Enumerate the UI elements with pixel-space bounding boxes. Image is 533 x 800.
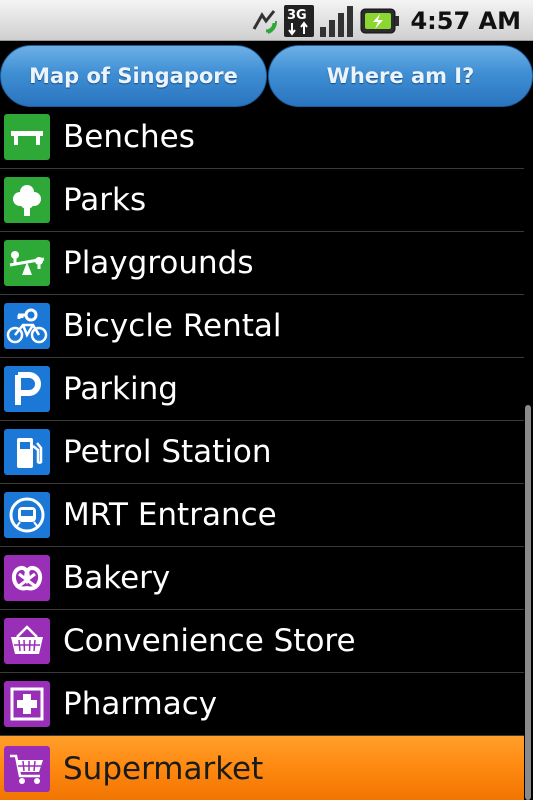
tree-icon bbox=[4, 177, 50, 223]
3g-data-icon: 3G bbox=[284, 4, 315, 37]
list-item-label: Supermarket bbox=[63, 751, 264, 787]
list-item-parking[interactable]: Parking bbox=[0, 358, 524, 421]
list-item-label: Playgrounds bbox=[63, 245, 254, 281]
seesaw-icon bbox=[4, 240, 50, 286]
list-item-mrt-entrance[interactable]: MRT Entrance bbox=[0, 484, 524, 547]
list-item-supermarket[interactable]: Supermarket bbox=[0, 736, 524, 800]
screen: 3G 4:57 AM Map of Singapore Where am I? … bbox=[0, 0, 533, 800]
list-item-label: Bakery bbox=[63, 560, 171, 596]
basket-icon bbox=[4, 618, 50, 664]
list-item-label: Parks bbox=[63, 182, 147, 218]
list-item-parks[interactable]: Parks bbox=[0, 169, 524, 232]
list-item-playgrounds[interactable]: Playgrounds bbox=[0, 232, 524, 295]
signal-icon bbox=[320, 5, 354, 37]
pretzel-icon bbox=[4, 555, 50, 601]
battery-charging-icon bbox=[360, 8, 400, 34]
list-item-petrol-station[interactable]: Petrol Station bbox=[0, 421, 524, 484]
status-icons: 3G 4:57 AM bbox=[244, 0, 521, 41]
where-am-i-button[interactable]: Where am I? bbox=[268, 45, 533, 107]
bench-icon bbox=[4, 114, 50, 160]
list-scrollbar[interactable] bbox=[525, 405, 531, 800]
train-icon bbox=[4, 492, 50, 538]
sync-icon bbox=[250, 7, 278, 35]
list-item-label: Pharmacy bbox=[63, 686, 218, 722]
status-clock: 4:57 AM bbox=[410, 6, 521, 35]
status-bar: 3G 4:57 AM bbox=[0, 0, 533, 41]
network-type-label: 3G bbox=[287, 8, 307, 23]
list-item-label: Petrol Station bbox=[63, 434, 272, 470]
parking-p-icon bbox=[4, 366, 50, 412]
list-item-label: MRT Entrance bbox=[63, 497, 277, 533]
medical-cross-icon bbox=[4, 681, 50, 727]
bicycle-key-icon bbox=[4, 303, 50, 349]
header-toolbar: Map of Singapore Where am I? bbox=[0, 41, 533, 109]
list-item-label: Parking bbox=[63, 371, 178, 407]
shopping-cart-icon bbox=[4, 746, 50, 792]
list-item-pharmacy[interactable]: Pharmacy bbox=[0, 673, 524, 736]
list-item-convenience-store[interactable]: Convenience Store bbox=[0, 610, 524, 673]
fuel-pump-icon bbox=[4, 429, 50, 475]
list-item-bakery[interactable]: Bakery bbox=[0, 547, 524, 610]
list-item-benches[interactable]: Benches bbox=[0, 106, 524, 169]
map-of-singapore-button[interactable]: Map of Singapore bbox=[0, 45, 267, 107]
list-item-label: Benches bbox=[63, 119, 195, 155]
list-item-label: Convenience Store bbox=[63, 623, 356, 659]
category-list[interactable]: Benches Parks Playgrounds Bicycle Rental… bbox=[0, 106, 533, 800]
list-item-bicycle-rental[interactable]: Bicycle Rental bbox=[0, 295, 524, 358]
list-item-label: Bicycle Rental bbox=[63, 308, 282, 344]
